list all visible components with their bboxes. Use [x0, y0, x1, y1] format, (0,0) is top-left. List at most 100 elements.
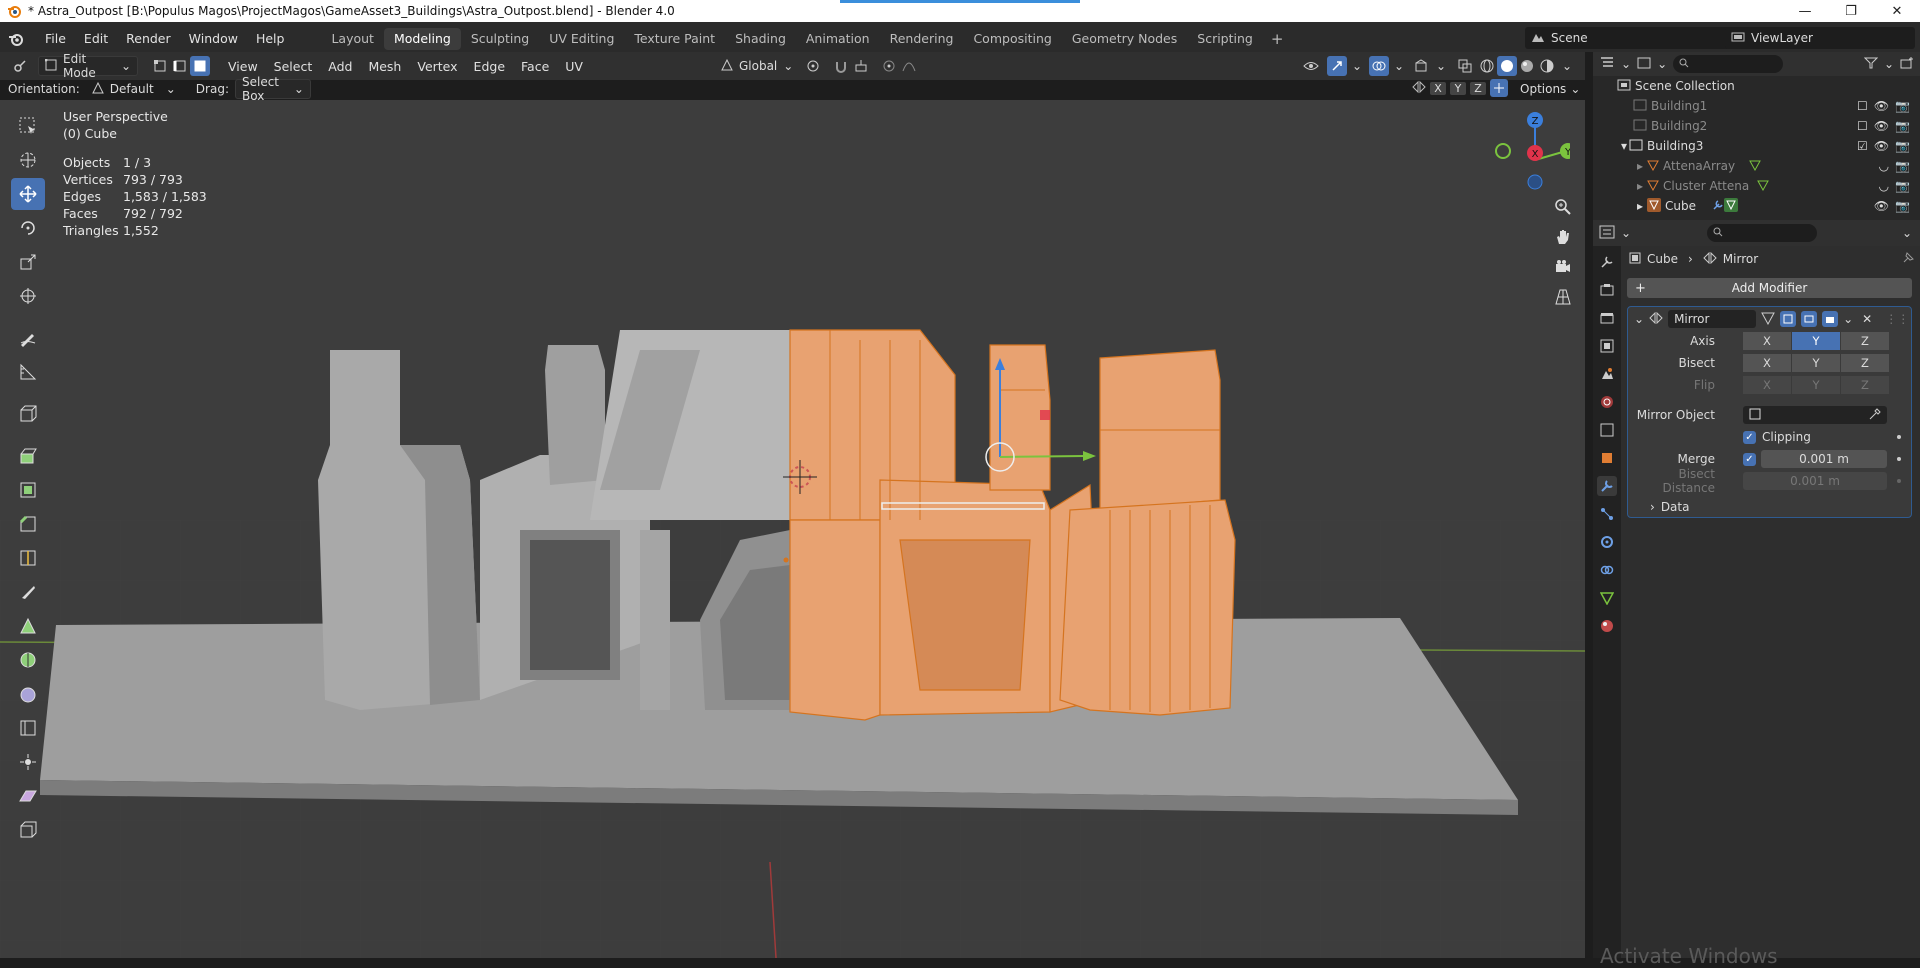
exclude-checkbox-icon[interactable]: ☑	[1857, 139, 1868, 153]
3d-viewport[interactable]	[0, 100, 1585, 958]
tab-sculpting[interactable]: Sculpting	[461, 28, 539, 50]
navigation-gizmo[interactable]: Z Y X	[1490, 108, 1576, 198]
filter-icon[interactable]	[1863, 57, 1879, 72]
eye-icon[interactable]: 👁	[1874, 119, 1889, 133]
edge-select-icon[interactable]	[170, 56, 190, 76]
output-tab-icon[interactable]	[1597, 308, 1617, 328]
outliner-row-attenaarray[interactable]: ▸ AttenaArray ◡ 📷	[1593, 156, 1920, 176]
blender-menu-icon[interactable]	[8, 31, 30, 47]
merge-distance-field[interactable]: 0.001 m	[1761, 450, 1887, 468]
move-tool-icon[interactable]	[11, 178, 45, 210]
axis-toggle-x[interactable]: X	[1430, 81, 1446, 95]
tab-scripting[interactable]: Scripting	[1187, 28, 1263, 50]
scene-render[interactable]	[0, 100, 1585, 958]
knife-tool-icon[interactable]	[11, 576, 45, 608]
transform-orientation-dropdown[interactable]: Global ⌄	[715, 56, 793, 76]
transform-tool-icon[interactable]	[11, 280, 45, 312]
proportional-editing-icon[interactable]	[879, 56, 899, 76]
loop-cut-tool-icon[interactable]	[11, 542, 45, 574]
bevel-tool-icon[interactable]	[11, 508, 45, 540]
keyframe-dot-icon[interactable]	[1897, 457, 1901, 461]
flip-x-toggle[interactable]: X	[1743, 376, 1791, 394]
axis-y-toggle[interactable]: Y	[1792, 332, 1840, 350]
mesh-edit-overlays-icon[interactable]	[1411, 56, 1431, 76]
outliner-row-cube[interactable]: ▸ Cube 👁 📷	[1593, 196, 1920, 216]
keyframe-dot-icon[interactable]	[1897, 435, 1901, 439]
pin-icon[interactable]	[1902, 251, 1914, 267]
menu-vertex[interactable]: Vertex	[409, 59, 465, 74]
camera-render-icon[interactable]: 📷	[1895, 139, 1910, 153]
view-layer-tab-icon[interactable]	[1597, 336, 1617, 356]
drag-dropdown[interactable]: Select Box ⌄	[234, 75, 311, 103]
data-subpanel-header[interactable]: › Data	[1628, 498, 1911, 516]
bisect-distance-field[interactable]: 0.001 m	[1743, 472, 1887, 490]
camera-render-icon[interactable]: 📷	[1895, 159, 1910, 173]
falloff-icon[interactable]	[899, 56, 919, 76]
modifiers-tab-icon[interactable]	[1597, 476, 1617, 496]
chevron-down-icon[interactable]: ⌄	[1621, 57, 1631, 71]
outliner-row-building3[interactable]: ▾ Building3 ☑ 👁 📷	[1593, 136, 1920, 156]
chevron-down-icon[interactable]: ⌄	[1347, 56, 1367, 76]
close-icon[interactable]: ✕	[1862, 312, 1872, 326]
measure-tool-icon[interactable]	[11, 356, 45, 388]
camera-render-icon[interactable]: 📷	[1895, 119, 1910, 133]
tab-rendering[interactable]: Rendering	[880, 28, 964, 50]
eye-closed-icon[interactable]: ◡	[1879, 159, 1889, 173]
bisect-z-toggle[interactable]: Z	[1841, 354, 1889, 372]
outliner-row-cluster-attena[interactable]: ▸ Cluster Attena ◡ 📷	[1593, 176, 1920, 196]
chevron-down-icon[interactable]: ⌄	[1843, 312, 1853, 326]
axis-z-toggle[interactable]: Z	[1841, 332, 1889, 350]
camera-render-icon[interactable]: 📷	[1895, 199, 1910, 213]
render-toggle-icon[interactable]	[1822, 311, 1839, 327]
chevron-down-icon[interactable]: ⌄	[1557, 56, 1577, 76]
realtime-display-icon[interactable]	[1801, 311, 1818, 327]
expand-arrow-icon[interactable]: ▸	[1637, 179, 1643, 193]
visibility-icon[interactable]	[1301, 56, 1321, 76]
menu-render[interactable]: Render	[117, 31, 180, 46]
render-tab-icon[interactable]	[1597, 280, 1617, 300]
mesh-data-tab-icon[interactable]	[1597, 588, 1617, 608]
gizmo-toggle-icon[interactable]	[1327, 56, 1347, 76]
menu-add[interactable]: Add	[320, 59, 360, 74]
tab-texture-paint[interactable]: Texture Paint	[624, 28, 725, 50]
chevron-down-icon[interactable]: ⌄	[1621, 226, 1631, 240]
menu-face[interactable]: Face	[513, 59, 557, 74]
add-modifier-button[interactable]: + Add Modifier	[1627, 278, 1912, 298]
flip-y-toggle[interactable]: Y	[1792, 376, 1840, 394]
edit-mode-cage-icon[interactable]	[1761, 311, 1775, 328]
expand-arrow-icon[interactable]: ▾	[1621, 139, 1627, 153]
solid-shading-icon[interactable]	[1497, 56, 1517, 76]
axis-toggle-y[interactable]: Y	[1450, 81, 1466, 95]
eyedropper-icon[interactable]	[1869, 407, 1881, 423]
axis-x-toggle[interactable]: X	[1743, 332, 1791, 350]
physics-tab-icon[interactable]	[1597, 532, 1617, 552]
rip-region-tool-icon[interactable]	[11, 814, 45, 846]
tab-shading[interactable]: Shading	[725, 28, 796, 50]
chevron-down-icon[interactable]: ⌄	[1902, 226, 1912, 240]
edit-mode-toggle-icon[interactable]	[1780, 311, 1797, 327]
chevron-down-icon[interactable]: ⌄	[1884, 57, 1894, 71]
collapse-chevron-icon[interactable]: ⌄	[1634, 312, 1644, 326]
outliner-row-building2[interactable]: Building2 ☐ 👁 📷	[1593, 116, 1920, 136]
exclude-checkbox-icon[interactable]: ☐	[1857, 119, 1868, 133]
tab-animation[interactable]: Animation	[796, 28, 880, 50]
menu-edit[interactable]: Edit	[75, 31, 117, 46]
poly-build-tool-icon[interactable]	[11, 610, 45, 642]
options-dropdown[interactable]: Options ⌄	[1512, 79, 1588, 99]
rotate-tool-icon[interactable]	[11, 212, 45, 244]
outliner-row-building1[interactable]: Building1 ☐ 👁 📷	[1593, 96, 1920, 116]
keyframe-dot-icon[interactable]	[1897, 479, 1901, 483]
camera-render-icon[interactable]: 📷	[1895, 99, 1910, 113]
tab-compositing[interactable]: Compositing	[963, 28, 1061, 50]
camera-view-icon[interactable]	[1551, 255, 1575, 279]
exclude-checkbox-icon[interactable]: ☐	[1857, 99, 1868, 113]
camera-render-icon[interactable]: 📷	[1895, 179, 1910, 193]
tab-layout[interactable]: Layout	[321, 28, 384, 50]
axis-toggle-z[interactable]: Z	[1470, 81, 1486, 95]
material-tab-icon[interactable]	[1597, 616, 1617, 636]
snap-icon[interactable]	[831, 56, 851, 76]
orientation-dropdown[interactable]: Default ⌄	[86, 79, 182, 99]
pan-hand-icon[interactable]	[1551, 225, 1575, 249]
scale-tool-icon[interactable]	[11, 246, 45, 278]
bisect-y-toggle[interactable]: Y	[1792, 354, 1840, 372]
